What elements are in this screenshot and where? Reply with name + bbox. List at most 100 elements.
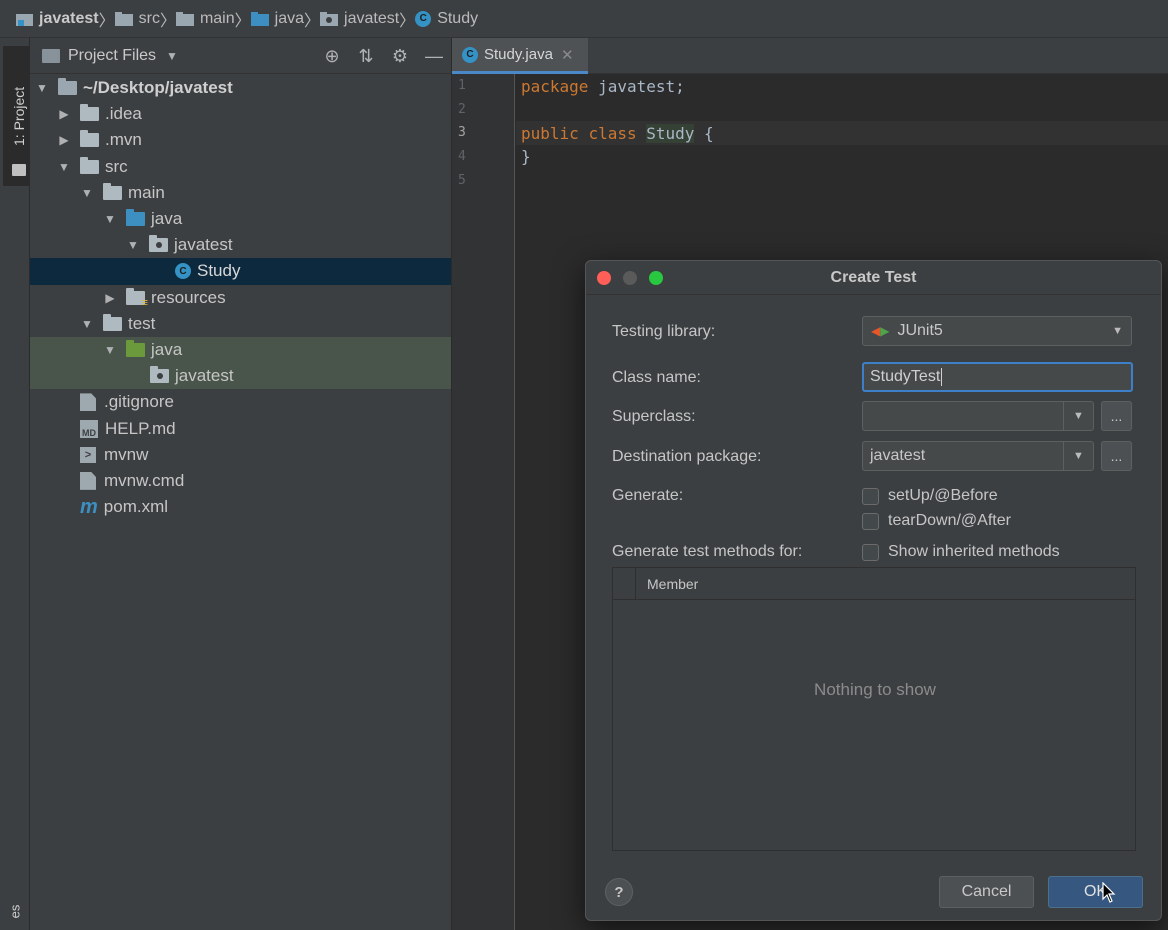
text-cursor xyxy=(941,368,943,386)
breadcrumb-item-project[interactable]: javatest xyxy=(16,10,99,28)
ok-button[interactable]: OK xyxy=(1048,876,1143,908)
tree-item-mvnw-cmd[interactable]: mvnw.cmd xyxy=(30,468,451,494)
tree-label: ~/Desktop/javatest xyxy=(83,78,233,98)
chevron-down-icon[interactable]: ▼ xyxy=(1063,402,1093,430)
close-icon[interactable]: ✕ xyxy=(561,46,574,64)
member-table[interactable]: Member Nothing to show xyxy=(612,567,1136,851)
folder-icon xyxy=(80,104,99,122)
tree-item-test-java[interactable]: ▼ java xyxy=(30,336,451,364)
breadcrumb-item-src[interactable]: src xyxy=(114,10,160,28)
tree-label: javatest xyxy=(174,235,233,255)
setup-option[interactable]: setUp/@Before xyxy=(862,487,998,505)
expanded-arrow-icon[interactable]: ▼ xyxy=(104,343,116,357)
tree-item-test[interactable]: ▼ test xyxy=(30,311,451,337)
project-panel-header: Project Files ▼ ⊕ ⇅ ⚙ — xyxy=(30,38,451,74)
maven-icon: m xyxy=(80,495,98,518)
bottom-tool-tab[interactable]: es xyxy=(7,905,22,919)
tree-label: java xyxy=(151,339,183,359)
show-inherited-checkbox[interactable] xyxy=(862,543,879,561)
setup-checkbox[interactable] xyxy=(862,487,879,505)
folder-icon xyxy=(42,48,60,63)
keyword: class xyxy=(588,124,637,143)
superclass-combo[interactable]: ▼ xyxy=(862,401,1094,431)
tree-item-test-package[interactable]: javatest xyxy=(30,363,451,390)
tree-label: src xyxy=(105,156,128,176)
breadcrumb-item-java[interactable]: java xyxy=(250,9,305,28)
breadcrumb-label: javatest xyxy=(39,9,99,27)
show-inherited-option[interactable]: Show inherited methods xyxy=(862,543,1060,561)
tree-item-pom[interactable]: m pom.xml xyxy=(30,494,451,520)
breadcrumb-item-study[interactable]: C Study xyxy=(415,10,478,28)
class-identifier: Study xyxy=(646,124,695,143)
breadcrumb-item-package[interactable]: javatest xyxy=(320,10,399,28)
class-name-field[interactable]: StudyTest xyxy=(862,362,1133,392)
project-folder-icon xyxy=(58,78,77,96)
chevron-down-icon: ▼ xyxy=(1112,325,1123,337)
tree-item-mvn[interactable]: ▶ .mvn xyxy=(30,127,451,153)
expanded-arrow-icon[interactable]: ▼ xyxy=(104,212,116,226)
folder-icon xyxy=(175,11,194,26)
expanded-arrow-icon[interactable]: ▼ xyxy=(36,81,48,95)
resources-folder-icon xyxy=(126,287,148,309)
cancel-button[interactable]: Cancel xyxy=(939,876,1034,908)
expanded-arrow-icon[interactable]: ▼ xyxy=(58,160,70,174)
tree-item-src[interactable]: ▼ src xyxy=(30,154,451,180)
chevron-down-icon[interactable]: ▼ xyxy=(1063,442,1093,470)
testing-library-select[interactable]: ◀▶ JUnit5 ▼ xyxy=(862,316,1132,346)
tree-item-gitignore[interactable]: .gitignore xyxy=(30,389,451,415)
breadcrumb-label: java xyxy=(274,9,305,27)
help-button[interactable]: ? xyxy=(605,878,633,906)
tree-label: test xyxy=(128,313,156,333)
tree-item-main-java[interactable]: ▼ java xyxy=(30,206,451,232)
tree-item-study[interactable]: C Study xyxy=(30,258,451,285)
tab-label: Study.java xyxy=(484,46,553,63)
gear-icon[interactable]: ⚙ xyxy=(383,46,417,67)
superclass-browse-button[interactable]: ... xyxy=(1101,401,1132,431)
tree-item-main-package[interactable]: ▼ javatest xyxy=(30,232,451,258)
teardown-option[interactable]: tearDown/@After xyxy=(862,512,1011,530)
tree-item-mvnw[interactable]: > mvnw xyxy=(30,442,451,468)
source-folder-icon xyxy=(250,11,269,26)
package-icon xyxy=(149,235,168,253)
tree-item-resources[interactable]: ▶ resources xyxy=(30,285,451,311)
tree-item-main[interactable]: ▼ main xyxy=(30,180,451,206)
expanded-arrow-icon[interactable]: ▼ xyxy=(81,317,93,331)
keyword: public xyxy=(521,124,579,143)
tab-study-java[interactable]: C Study.java ✕ xyxy=(452,38,588,74)
line-number-gutter: 1 2 3 4 5 xyxy=(452,74,515,930)
select-column-header[interactable] xyxy=(613,567,636,600)
keyword: package xyxy=(521,77,589,96)
testing-library-value: JUnit5 xyxy=(897,322,943,339)
collapsed-arrow-icon[interactable]: ▶ xyxy=(58,133,70,147)
tree-item-help[interactable]: MD HELP.md xyxy=(30,415,451,441)
destination-package-combo[interactable]: javatest ▼ xyxy=(862,441,1094,471)
tree-label: resources xyxy=(151,287,226,307)
member-column-header[interactable]: Member xyxy=(647,576,698,592)
teardown-checkbox[interactable] xyxy=(862,512,879,530)
locate-icon[interactable]: ⊕ xyxy=(315,46,349,67)
tree-item-idea[interactable]: ▶ .idea xyxy=(30,101,451,127)
expanded-arrow-icon[interactable]: ▼ xyxy=(127,238,139,252)
collapse-all-icon[interactable]: ⇅ xyxy=(349,46,383,67)
collapsed-arrow-icon[interactable]: ▶ xyxy=(58,107,70,121)
class-icon: C xyxy=(415,10,432,27)
tree-item-root[interactable]: ▼ ~/Desktop/javatest xyxy=(30,75,451,101)
breadcrumb-item-main[interactable]: main xyxy=(175,9,235,28)
destination-browse-button[interactable]: ... xyxy=(1101,441,1132,471)
tree-label: main xyxy=(128,182,165,202)
tree-label: javatest xyxy=(175,366,234,386)
close-window-button[interactable] xyxy=(597,271,611,285)
code-text: javatest; xyxy=(588,77,685,96)
folder-icon xyxy=(80,130,99,148)
folder-icon xyxy=(103,182,122,200)
minimize-window-button[interactable] xyxy=(623,271,637,285)
minimize-icon[interactable]: — xyxy=(417,46,451,67)
chevron-down-icon[interactable]: ▼ xyxy=(166,49,178,63)
navigation-breadcrumb: javatest 〉 src 〉 main 〉 java 〉 javatest … xyxy=(0,0,1168,38)
project-view-selector[interactable]: Project Files xyxy=(68,47,156,65)
expanded-arrow-icon[interactable]: ▼ xyxy=(81,186,93,200)
collapsed-arrow-icon[interactable]: ▶ xyxy=(104,291,116,305)
breadcrumb-label: main xyxy=(199,9,235,27)
project-tool-tab[interactable]: 1: Project xyxy=(3,46,29,186)
zoom-window-button[interactable] xyxy=(649,271,663,285)
